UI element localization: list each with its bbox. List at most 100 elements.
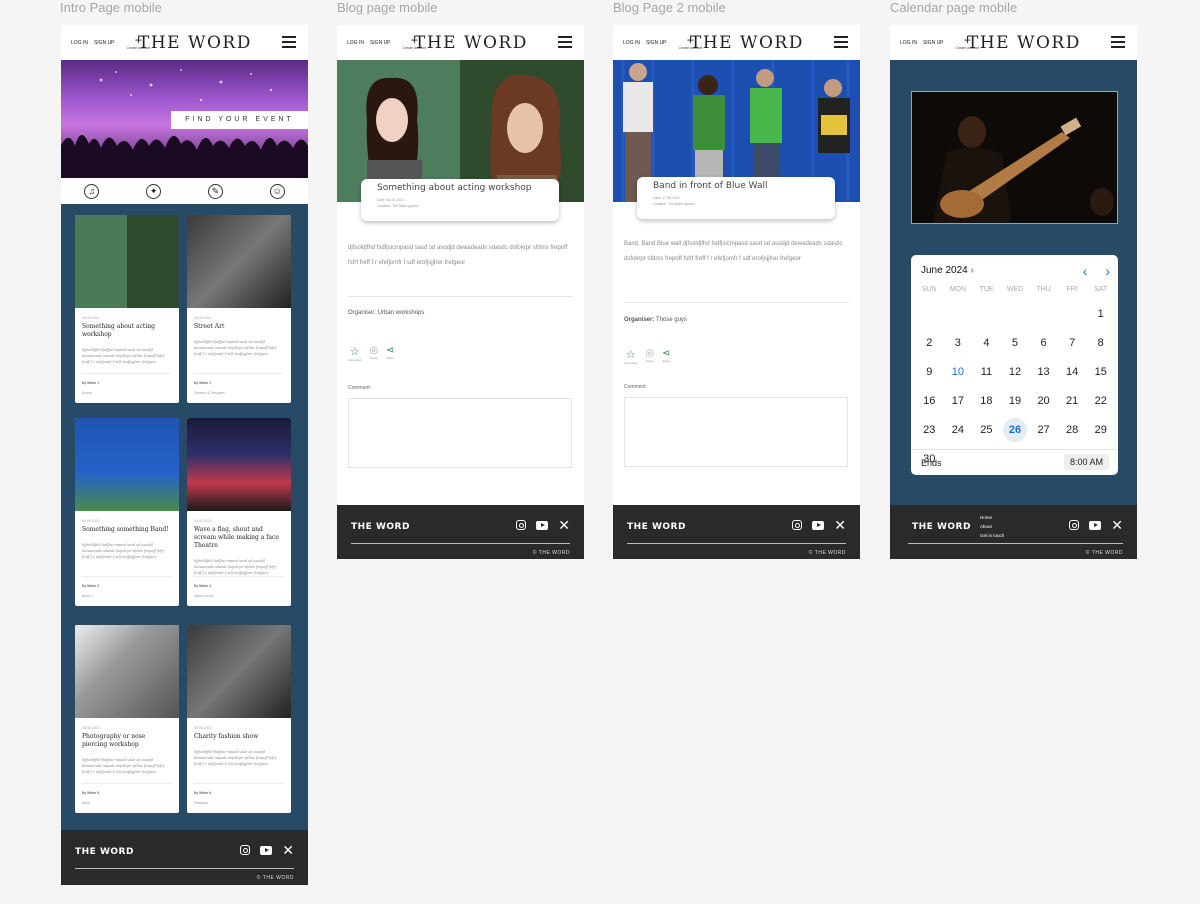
login-link[interactable]: LOG IN bbox=[900, 40, 917, 46]
share-button[interactable]: ⋖ Share bbox=[662, 348, 670, 365]
frame-label-intro: Intro Page mobile bbox=[60, 0, 162, 15]
calendar-empty-cell bbox=[915, 299, 944, 328]
calendar-day[interactable]: 14 bbox=[1058, 357, 1087, 386]
footer-link-home[interactable]: Home bbox=[980, 513, 1004, 522]
x-icon[interactable]: ✕ bbox=[834, 518, 846, 532]
theatre-icon[interactable]: ☺ bbox=[269, 183, 285, 199]
x-icon[interactable]: ✕ bbox=[1111, 518, 1123, 532]
next-month-icon[interactable]: › bbox=[1105, 263, 1110, 279]
youtube-icon[interactable] bbox=[1089, 520, 1102, 530]
star-icon: ☆ bbox=[349, 346, 360, 358]
site-logo[interactable]: THE WORD bbox=[138, 33, 252, 53]
comment-input[interactable] bbox=[624, 397, 848, 467]
find-event-button[interactable]: FIND YOUR EVENT bbox=[171, 111, 308, 129]
calendar-day[interactable]: 29 bbox=[1086, 415, 1115, 444]
calendar-month[interactable]: June 2024 › bbox=[921, 265, 974, 276]
music-icon[interactable]: ♫ bbox=[84, 183, 100, 199]
calendar-day[interactable]: 1 bbox=[1086, 299, 1115, 328]
event-card[interactable]: 06.06.2021 Wave a flag, shout and scream … bbox=[187, 418, 291, 606]
instagram-icon[interactable] bbox=[1069, 520, 1080, 530]
x-icon[interactable]: ✕ bbox=[558, 518, 570, 532]
going-button[interactable]: ◎ Going bbox=[645, 348, 654, 365]
calendar-day[interactable]: 22 bbox=[1086, 386, 1115, 415]
youtube-icon[interactable] bbox=[260, 845, 273, 855]
calendar-day[interactable]: 12 bbox=[1001, 357, 1030, 386]
calendar-day[interactable]: 28 bbox=[1058, 415, 1087, 444]
event-card-description: djfsoldjfhd fsdfjsicmpasd sasd sd asodjd… bbox=[194, 340, 277, 356]
login-link[interactable]: LOG IN bbox=[71, 40, 88, 46]
event-card[interactable]: 06.06.2021 Something something Band! djfso… bbox=[75, 418, 179, 606]
event-card[interactable]: 06.06.2021 Something about acting worksho… bbox=[75, 215, 179, 403]
event-card-writer: By Writer 1 bbox=[82, 381, 100, 385]
dance-icon[interactable]: ✦ bbox=[146, 183, 162, 199]
event-card[interactable]: 06.06.2021 Photography or nose piercing w… bbox=[75, 625, 179, 813]
calendar-day[interactable]: 30 bbox=[915, 444, 944, 473]
youtube-icon[interactable] bbox=[536, 520, 549, 530]
comment-input[interactable] bbox=[348, 398, 572, 468]
calendar-day[interactable]: 19 bbox=[1001, 386, 1030, 415]
instagram-icon[interactable] bbox=[792, 520, 803, 530]
event-card-writer: By Writer 5 bbox=[82, 791, 100, 795]
signup-link[interactable]: SIGN UP bbox=[923, 40, 944, 46]
site-logo[interactable]: THE WORD bbox=[967, 33, 1081, 53]
weekday-label: MON bbox=[949, 286, 967, 293]
check-circle-icon: ◎ bbox=[369, 345, 379, 356]
site-logo[interactable]: THE WORD bbox=[690, 33, 804, 53]
footer-link-contact[interactable]: Get in touch bbox=[980, 531, 1004, 540]
ends-time-picker[interactable]: 8:00 AM bbox=[1063, 454, 1109, 470]
calendar-day[interactable]: 4 bbox=[972, 328, 1001, 357]
login-link[interactable]: LOG IN bbox=[623, 40, 640, 46]
interested-button[interactable]: ☆ Interested bbox=[348, 345, 361, 362]
art-icon[interactable]: ✎ bbox=[207, 183, 223, 199]
menu-icon[interactable] bbox=[834, 36, 848, 48]
calendar-day[interactable]: 9 bbox=[915, 357, 944, 386]
menu-icon[interactable] bbox=[1111, 36, 1125, 48]
calendar-day[interactable]: 5 bbox=[1001, 328, 1030, 357]
calendar-day[interactable]: 18 bbox=[972, 386, 1001, 415]
calendar-day[interactable]: 10 bbox=[944, 357, 973, 386]
event-card-description: djfsoldjfhd fsdfjsicmpasd sasd sd asodjd… bbox=[82, 543, 165, 559]
calendar-day[interactable]: 3 bbox=[944, 328, 973, 357]
weekday-label: TUE bbox=[979, 286, 994, 293]
calendar-day[interactable]: 15 bbox=[1086, 357, 1115, 386]
share-button[interactable]: ⋖ Share bbox=[386, 345, 394, 362]
calendar-day[interactable]: 13 bbox=[1029, 357, 1058, 386]
blog-location: Location: The Bank garden bbox=[377, 204, 419, 208]
menu-icon[interactable] bbox=[558, 36, 572, 48]
event-card-title: Charity fashion show bbox=[194, 733, 259, 740]
category-bar: ♫ ✦ ✎ ☺ bbox=[61, 178, 308, 204]
login-link[interactable]: LOG IN bbox=[347, 40, 364, 46]
calendar-day[interactable]: 27 bbox=[1029, 415, 1058, 444]
frame-label-calendar: Calendar page mobile bbox=[890, 0, 1018, 15]
calendar-day[interactable]: 17 bbox=[944, 386, 973, 415]
event-card[interactable]: 06.06.2021 Street Art djfsoldjfhd fsdfjsic… bbox=[187, 215, 291, 403]
calendar-day[interactable]: 20 bbox=[1029, 386, 1058, 415]
x-icon[interactable]: ✕ bbox=[282, 843, 294, 857]
event-card[interactable]: 06.06.2021 Charity fashion show djfsoldjfh… bbox=[187, 625, 291, 813]
signup-link[interactable]: SIGN UP bbox=[646, 40, 667, 46]
calendar-day[interactable]: 6 bbox=[1029, 328, 1058, 357]
calendar-day[interactable]: 26 bbox=[1001, 415, 1030, 444]
calendar-day[interactable]: 23 bbox=[915, 415, 944, 444]
site-logo[interactable]: THE WORD bbox=[414, 33, 528, 53]
going-button[interactable]: ◎ Going bbox=[369, 345, 378, 362]
calendar-day[interactable]: 8 bbox=[1086, 328, 1115, 357]
signup-link[interactable]: SIGN UP bbox=[94, 40, 115, 46]
prev-month-icon[interactable]: ‹ bbox=[1083, 263, 1088, 279]
action-row: ☆ Interested ◎ Going ⋖ Share bbox=[624, 348, 670, 365]
instagram-icon[interactable] bbox=[516, 520, 527, 530]
footer-link-about[interactable]: About bbox=[980, 522, 1004, 531]
menu-icon[interactable] bbox=[282, 36, 296, 48]
calendar-day[interactable]: 11 bbox=[972, 357, 1001, 386]
calendar-day[interactable]: 2 bbox=[915, 328, 944, 357]
youtube-icon[interactable] bbox=[812, 520, 825, 530]
interested-button[interactable]: ☆ Interested bbox=[624, 348, 637, 365]
calendar-day[interactable]: 7 bbox=[1058, 328, 1087, 357]
calendar-day[interactable]: 25 bbox=[972, 415, 1001, 444]
star-icon: ☆ bbox=[625, 349, 636, 361]
calendar-day[interactable]: 16 bbox=[915, 386, 944, 415]
instagram-icon[interactable] bbox=[240, 845, 251, 855]
calendar-day[interactable]: 24 bbox=[944, 415, 973, 444]
signup-link[interactable]: SIGN UP bbox=[370, 40, 391, 46]
calendar-day[interactable]: 21 bbox=[1058, 386, 1087, 415]
